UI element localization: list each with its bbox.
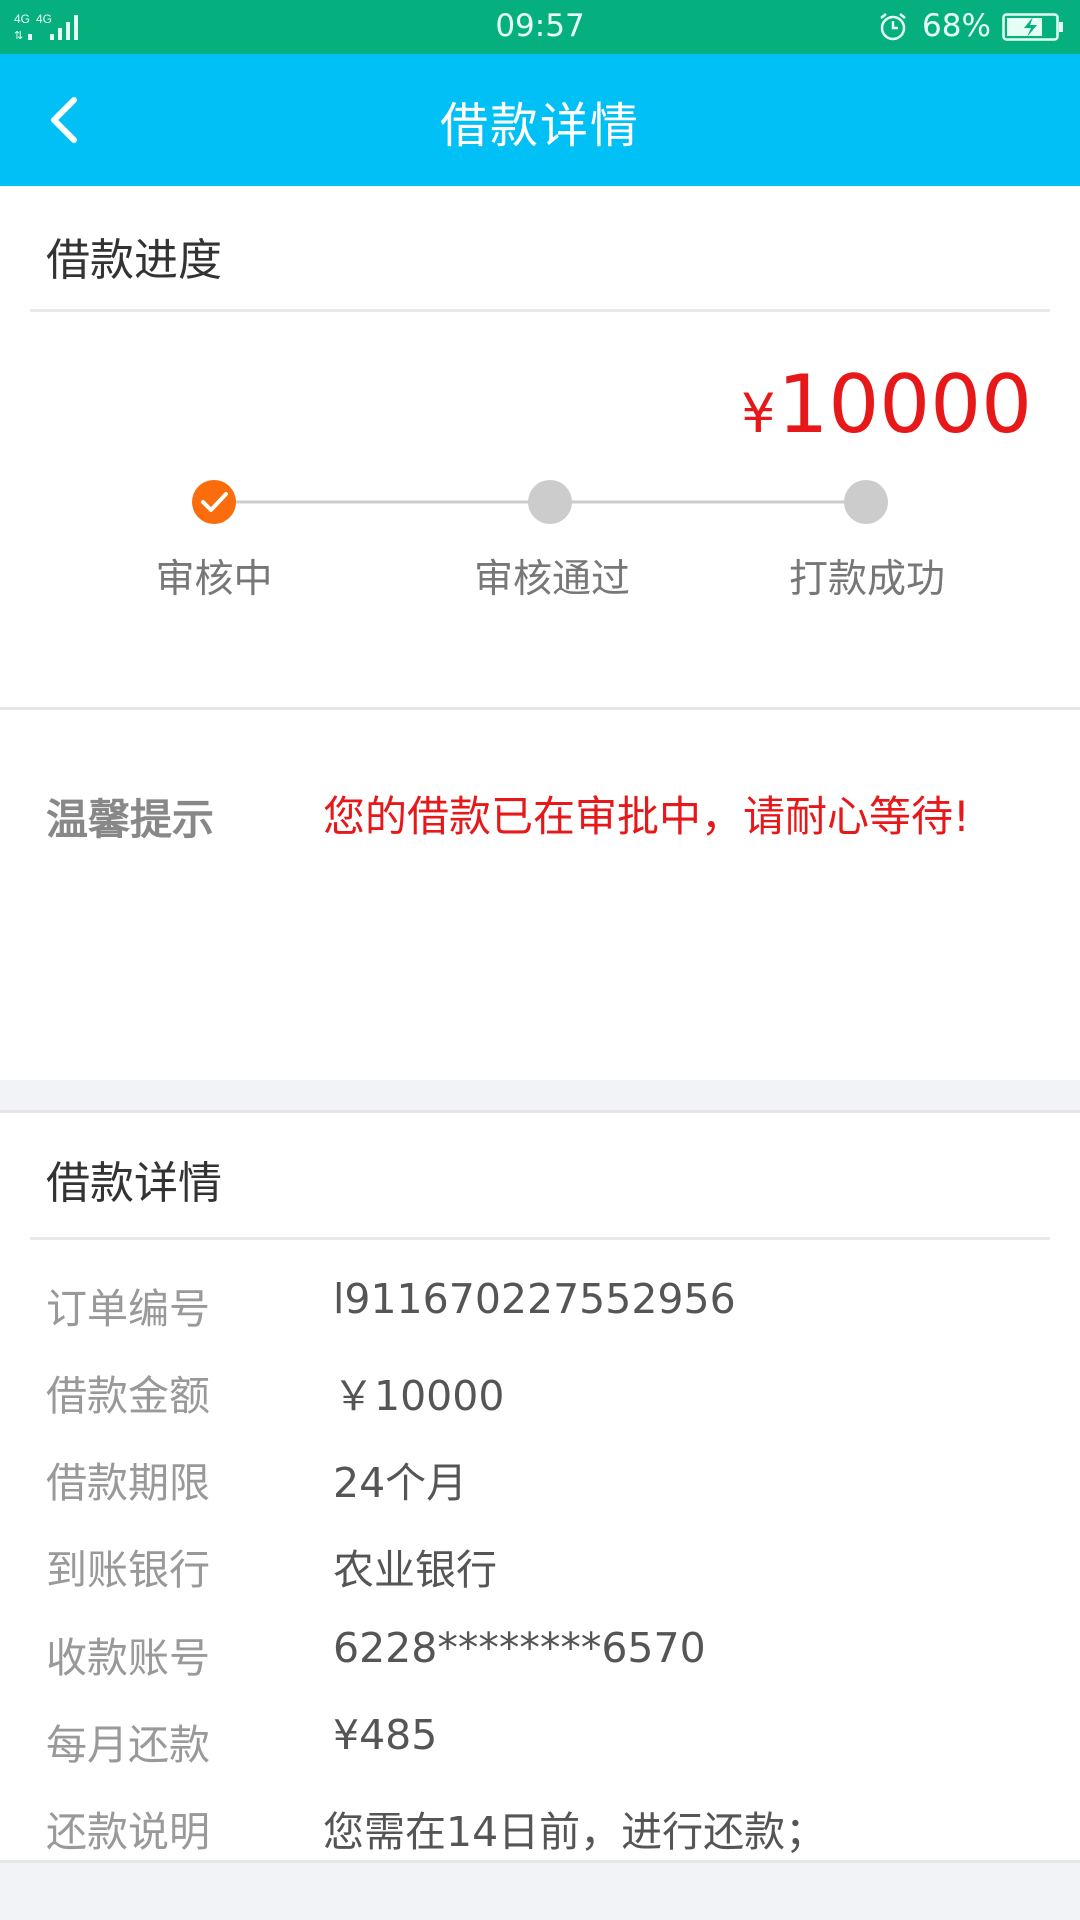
header-bar: 借款详情	[0, 54, 1080, 186]
step-2-label: 审核通过	[473, 557, 630, 602]
tip-label: 温馨提示	[46, 795, 215, 844]
row-value: 您需在14日前，进行还款；	[323, 1808, 827, 1856]
detail-row-monthly-payment: 每月还款 ¥485	[0, 1699, 1080, 1779]
row-value: 农业银行	[333, 1546, 497, 1594]
detail-card: 借款详情 订单编号 l911670227552956 借款金额 ￥10000 借…	[0, 1113, 1080, 1861]
row-label: 订单编号	[46, 1285, 210, 1333]
status-time: 09:57	[495, 8, 585, 44]
row-value: l911670227552956	[333, 1275, 736, 1323]
detail-row-bank: 到账银行 农业银行	[0, 1524, 1080, 1604]
step-2-dot	[528, 480, 572, 524]
row-label: 借款金额	[46, 1372, 210, 1420]
detail-row-repayment-note: 还款说明 您需在14日前，进行还款；	[0, 1786, 1080, 1866]
detail-section-title: 借款详情	[46, 1158, 222, 1209]
row-label: 到账银行	[46, 1546, 210, 1594]
step-1-label: 审核中	[155, 557, 273, 602]
alarm-icon	[880, 13, 906, 41]
row-label: 还款说明	[46, 1808, 210, 1856]
row-label: 每月还款	[46, 1721, 210, 1769]
row-label: 收款账号	[46, 1634, 210, 1682]
detail-row-order-number: 订单编号 l911670227552956	[0, 1263, 1080, 1343]
section-divider	[0, 1860, 1080, 1863]
row-value: 6228********6570	[333, 1624, 706, 1672]
section-divider	[30, 1237, 1050, 1240]
row-label: 借款期限	[46, 1459, 210, 1507]
status-bar: 4G 4G ⇅ 09:57 68%	[0, 0, 1080, 54]
battery-charging-icon	[1002, 13, 1063, 41]
tip-message: 您的借款已在审批中，请耐心等待!	[323, 792, 970, 841]
tip-card: 温馨提示 您的借款已在审批中，请耐心等待!	[0, 710, 1080, 1080]
progress-card: 借款进度 ¥10000 审核中 审核通过 打款成功	[0, 186, 1080, 708]
progress-track	[192, 480, 888, 524]
page-title: 借款详情	[439, 98, 640, 154]
row-value: ¥485	[333, 1711, 438, 1759]
step-3-dot	[844, 480, 888, 524]
battery-percent: 68%	[922, 8, 991, 44]
loan-detail-page: 4G 4G ⇅ 09:57 68% 借款详情 借款进度 ¥10000 审核中 审…	[0, 0, 1080, 1920]
step-3-label: 打款成功	[788, 557, 945, 602]
step-1-dot	[192, 480, 236, 524]
detail-row-loan-amount: 借款金额 ￥10000	[0, 1350, 1080, 1430]
row-value: ￥10000	[333, 1372, 505, 1420]
detail-row-account: 收款账号 6228********6570	[0, 1612, 1080, 1692]
row-value: 24个月	[333, 1459, 468, 1507]
detail-row-loan-term: 借款期限 24个月	[0, 1437, 1080, 1517]
